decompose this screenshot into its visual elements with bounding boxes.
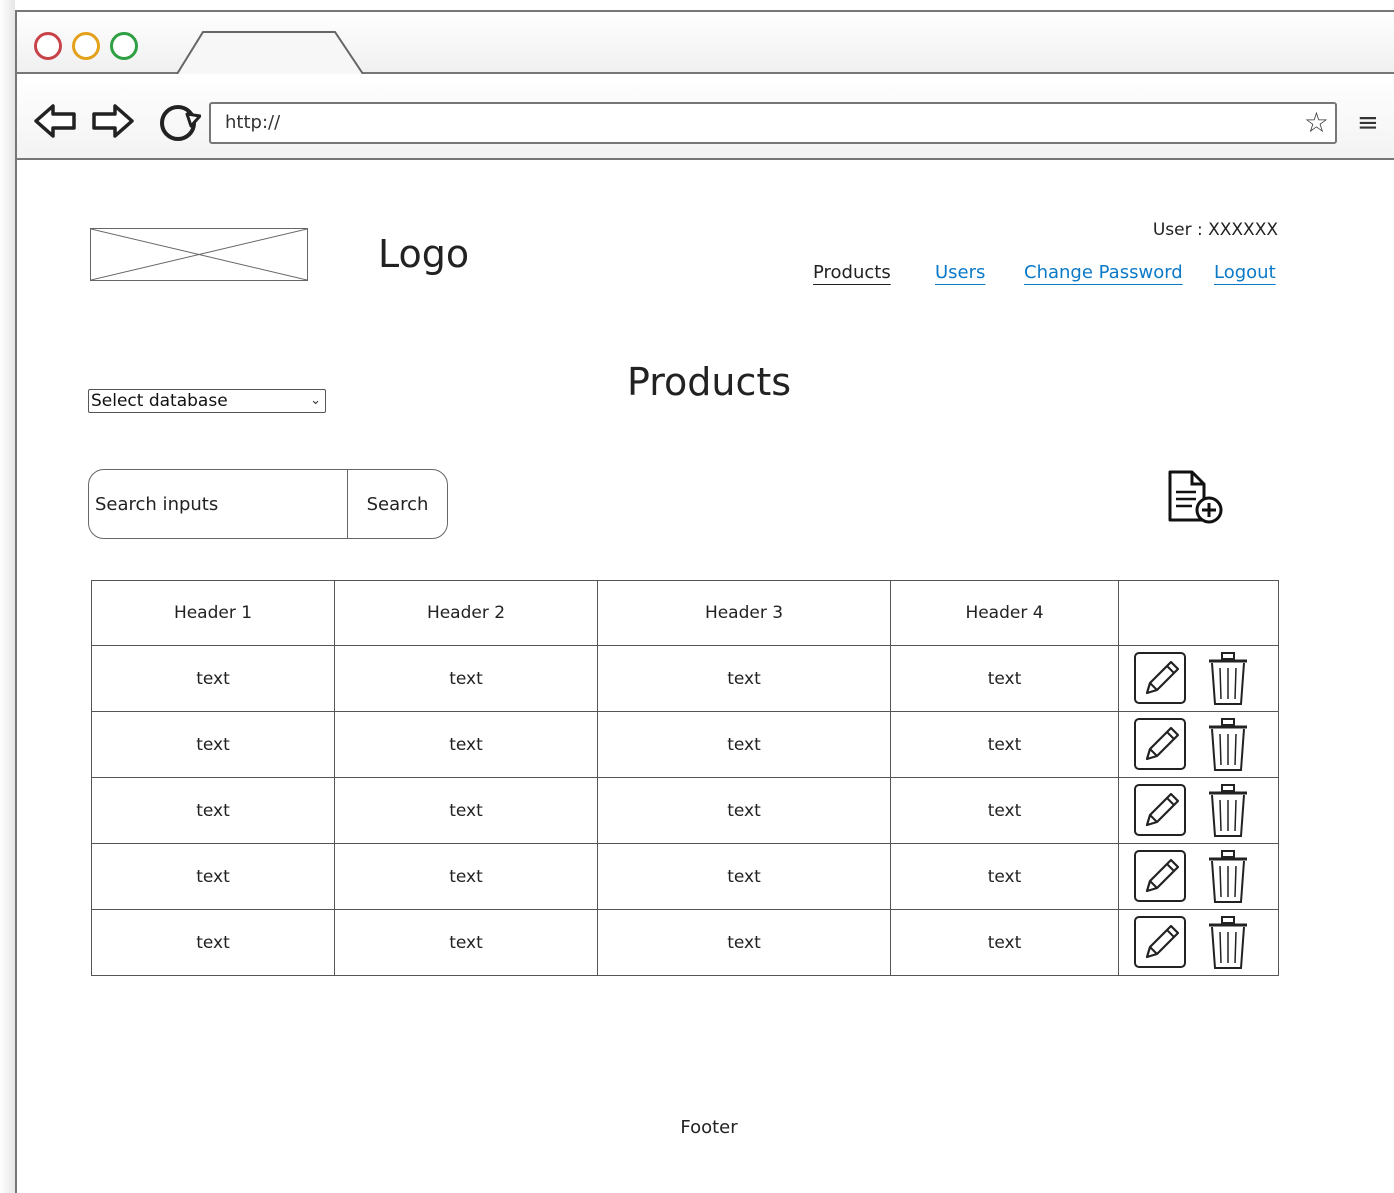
address-bar[interactable]: http:// ☆ (209, 102, 1337, 144)
nav-link-logout[interactable]: Logout (1214, 262, 1276, 283)
column-header: Header 1 (91, 580, 335, 646)
forward-arrow-icon[interactable] (91, 102, 135, 140)
window-shadow (0, 0, 15, 1193)
table-cell: text (890, 645, 1119, 712)
maximize-window-icon[interactable] (110, 32, 138, 60)
table-cell: text (597, 645, 891, 712)
trash-icon[interactable] (1207, 717, 1249, 773)
edit-icon[interactable] (1133, 717, 1187, 771)
row-actions (1118, 777, 1279, 844)
table-cell: text (334, 843, 598, 910)
table-cell: text (890, 711, 1119, 778)
table-cell: text (91, 711, 335, 778)
edit-icon[interactable] (1133, 849, 1187, 903)
table-cell: text (334, 777, 598, 844)
table-header-row: Header 1 Header 2 Header 3 Header 4 (91, 580, 1279, 646)
column-header: Header 2 (334, 580, 598, 646)
database-select[interactable]: Select database ⌄ (88, 389, 326, 413)
table-cell: text (91, 645, 335, 712)
trash-icon[interactable] (1207, 651, 1249, 707)
table-body: text text text text text text text text text text… (91, 645, 1279, 976)
browser-toolbar: http:// ☆ ≡ (17, 74, 1394, 160)
table-cell: text (91, 909, 335, 976)
user-label: User : XXXXXX (1152, 220, 1278, 240)
nav-link-users[interactable]: Users (935, 262, 985, 283)
reload-icon[interactable] (157, 102, 201, 141)
table-row: text text text text (91, 909, 1279, 976)
products-table: Header 1 Header 2 Header 3 Header 4 text… (91, 580, 1279, 976)
table-cell: text (597, 777, 891, 844)
row-actions-wrapper (1119, 712, 1278, 777)
row-actions (1118, 909, 1279, 976)
table-row: text text text text (91, 777, 1279, 844)
page-title: Products (626, 360, 792, 404)
row-actions (1118, 645, 1279, 712)
logo-image-placeholder (90, 228, 308, 281)
close-window-icon[interactable] (34, 32, 62, 60)
add-document-icon[interactable] (1166, 470, 1224, 526)
tab-bar (17, 12, 1394, 76)
row-actions-wrapper (1119, 910, 1278, 975)
database-select-value: Select database (91, 391, 228, 411)
nav-link-products[interactable]: Products (813, 262, 891, 283)
edit-icon[interactable] (1133, 783, 1187, 837)
row-actions (1118, 711, 1279, 778)
browser-tab[interactable] (175, 30, 365, 76)
table-row: text text text text (91, 645, 1279, 712)
url-text: http:// (225, 112, 281, 133)
search-input[interactable] (89, 470, 347, 538)
trash-icon[interactable] (1207, 915, 1249, 971)
table-row: text text text text (91, 843, 1279, 910)
table-cell: text (597, 711, 891, 778)
table-cell: text (334, 711, 598, 778)
table-cell: text (890, 777, 1119, 844)
search-button[interactable]: Search (348, 470, 447, 538)
table-cell: text (334, 645, 598, 712)
trash-icon[interactable] (1207, 849, 1249, 905)
column-header: Header 3 (597, 580, 891, 646)
edit-icon[interactable] (1133, 651, 1187, 705)
footer-text: Footer (680, 1117, 738, 1138)
trash-icon[interactable] (1207, 783, 1249, 839)
logo-text: Logo (378, 232, 470, 276)
star-icon[interactable]: ☆ (1304, 108, 1329, 138)
table-cell: text (597, 909, 891, 976)
edit-icon[interactable] (1133, 915, 1187, 969)
minimize-window-icon[interactable] (72, 32, 100, 60)
table-cell: text (334, 909, 598, 976)
column-header: Header 4 (890, 580, 1119, 646)
table-cell: text (91, 777, 335, 844)
table-row: text text text text (91, 711, 1279, 778)
column-header-actions (1118, 580, 1279, 646)
table-cell: text (890, 843, 1119, 910)
nav-link-change-password[interactable]: Change Password (1024, 262, 1183, 283)
menu-icon[interactable]: ≡ (1357, 110, 1379, 136)
search-group: Search (88, 469, 448, 539)
row-actions-wrapper (1119, 646, 1278, 711)
row-actions (1118, 843, 1279, 910)
table-cell: text (890, 909, 1119, 976)
back-arrow-icon[interactable] (33, 102, 77, 140)
row-actions-wrapper (1119, 778, 1278, 843)
row-actions-wrapper (1119, 844, 1278, 909)
chevron-down-icon: ⌄ (310, 393, 321, 408)
table-cell: text (91, 843, 335, 910)
table-cell: text (597, 843, 891, 910)
